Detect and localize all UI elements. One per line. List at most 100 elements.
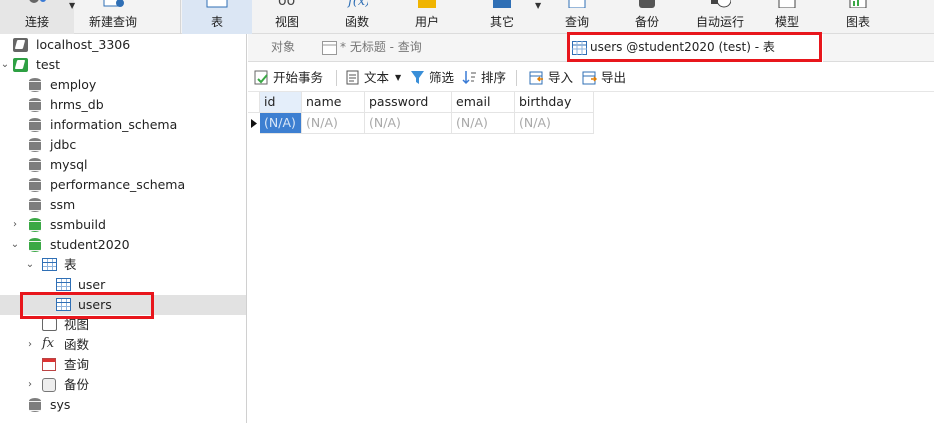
tables-folder-icon (42, 258, 57, 272)
tree-item-mysql[interactable]: mysql (0, 155, 246, 175)
tree-item-label: employ (50, 77, 97, 92)
tree-item-backups[interactable]: › 备份 (0, 375, 246, 395)
chevron-right-icon[interactable]: › (25, 375, 35, 395)
tree-item-label: 表 (64, 257, 77, 272)
tab-untitled-query-label: * 无标题 - 查询 (340, 40, 422, 54)
tree-item-label: 查询 (64, 357, 90, 372)
table-cell[interactable]: (N/A) (452, 113, 515, 134)
new-query-icon (103, 0, 124, 7)
chart-icon (849, 0, 867, 8)
query-button[interactable]: 查询 (552, 0, 602, 34)
tab-untitled-query[interactable]: * 无标题 - 查询 (318, 34, 468, 62)
sort-label: 排序 (481, 70, 507, 85)
tree-item-queries[interactable]: 查询 (0, 355, 246, 375)
grid-corner (248, 92, 260, 113)
tree-item-label: 函数 (64, 337, 90, 352)
table-icon (56, 278, 71, 292)
chevron-down-icon[interactable]: ⌄ (25, 255, 35, 275)
highlight-box (567, 32, 822, 62)
tree-item-ssmbuild[interactable]: › ssmbuild (0, 215, 246, 235)
table-cell[interactable]: (N/A) (302, 113, 365, 134)
table-toolbar: 开始事务 文本 ▼ 筛选 排序 导入 导出 (248, 63, 934, 92)
table-cell[interactable]: (N/A) (260, 113, 302, 134)
automation-label: 自动运行 (695, 15, 744, 29)
tree-item-ssm[interactable]: ssm (0, 195, 246, 215)
tree-item-localhost-3306[interactable]: localhost_3306 (0, 35, 246, 55)
column-header-id[interactable]: id (260, 92, 302, 113)
backup-icon (639, 0, 655, 8)
chevron-right-icon[interactable]: › (10, 215, 20, 235)
model-icon (778, 0, 796, 8)
chevron-down-icon[interactable]: ⌄ (0, 55, 10, 75)
chart-label: 图表 (845, 15, 870, 29)
view-button[interactable]: oo 视图 (262, 0, 312, 34)
backup-button[interactable]: 备份 (622, 0, 672, 34)
function-button[interactable]: f(x) 函数 (332, 0, 382, 34)
tab-objects-label: 对象 (270, 40, 295, 54)
tree-item-test[interactable]: ⌄ test (0, 55, 246, 75)
filter-button[interactable]: 筛选 (410, 63, 456, 92)
automation-button[interactable]: 自动运行 (688, 0, 752, 34)
document-icon (346, 70, 359, 85)
model-label: 模型 (774, 15, 799, 29)
table-cell[interactable]: (N/A) (515, 113, 594, 134)
tab-objects[interactable]: 对象 (248, 34, 318, 62)
connect-icon (29, 0, 46, 3)
data-grid: id name password email birthday (N/A) (N… (248, 92, 934, 423)
database-icon (28, 138, 43, 152)
tree-item-functions[interactable]: › fx 函数 (0, 335, 246, 355)
other-label: 其它 (489, 15, 514, 29)
other-dropdown-icon[interactable]: ▼ (535, 1, 541, 10)
chart-button[interactable]: 图表 (833, 0, 883, 34)
function-icon: f(x) (347, 0, 368, 8)
tree-item-hrms-db[interactable]: hrms_db (0, 95, 246, 115)
export-label: 导出 (601, 70, 627, 85)
view-label: 视图 (274, 15, 299, 29)
toolbar-separator (516, 70, 517, 86)
filter-label: 筛选 (429, 70, 455, 85)
export-button[interactable]: 导出 (582, 63, 628, 92)
table-cell[interactable]: (N/A) (365, 113, 452, 134)
view-icon: oo (278, 0, 295, 8)
connect-dropdown-icon[interactable]: ▼ (69, 1, 75, 10)
tree-item-jdbc[interactable]: jdbc (0, 135, 246, 155)
tree-item-sys[interactable]: sys (0, 395, 246, 415)
other-icon (493, 0, 511, 8)
tree-item-label: hrms_db (50, 97, 104, 112)
database-icon (28, 198, 43, 212)
model-button[interactable]: 模型 (762, 0, 812, 34)
query-icon (322, 41, 337, 55)
table-button[interactable]: 表 (182, 0, 252, 34)
tree-item-student2020[interactable]: ⌄ student2020 (0, 235, 246, 255)
column-header-password[interactable]: password (365, 92, 452, 113)
user-icon (418, 0, 436, 8)
text-button[interactable]: 文本 ▼ (345, 63, 403, 92)
function-label: 函数 (344, 15, 369, 29)
column-header-birthday[interactable]: birthday (515, 92, 594, 113)
column-header-name[interactable]: name (302, 92, 365, 113)
tree-item-employ[interactable]: employ (0, 75, 246, 95)
database-icon (28, 178, 43, 192)
tree-item-performance-schema[interactable]: performance_schema (0, 175, 246, 195)
user-button[interactable]: 用户 (402, 0, 452, 34)
automation-icon (711, 0, 731, 8)
chevron-down-icon[interactable]: ⌄ (10, 235, 20, 255)
chevron-right-icon[interactable]: › (25, 335, 35, 355)
new-query-button[interactable]: 新建查询 (78, 0, 148, 34)
begin-transaction-button[interactable]: 开始事务 (254, 63, 334, 92)
other-button[interactable]: 其它 (476, 0, 528, 34)
transaction-icon (254, 70, 268, 85)
chevron-down-icon: ▼ (395, 73, 402, 82)
tree-item-tables[interactable]: ⌄ 表 (0, 255, 246, 275)
sort-button[interactable]: 排序 (462, 63, 508, 92)
svg-text:oo: oo (278, 0, 295, 8)
tree-item-information-schema[interactable]: information_schema (0, 115, 246, 135)
tree-item-label: information_schema (50, 117, 178, 132)
connection-icon (13, 38, 28, 52)
column-header-email[interactable]: email (452, 92, 515, 113)
tree-item-label: mysql (50, 157, 88, 172)
connect-button[interactable]: 连接 (0, 0, 74, 34)
text-label: 文本 (364, 70, 390, 85)
import-button[interactable]: 导入 (529, 63, 575, 92)
tree-item-label: ssmbuild (50, 217, 106, 232)
